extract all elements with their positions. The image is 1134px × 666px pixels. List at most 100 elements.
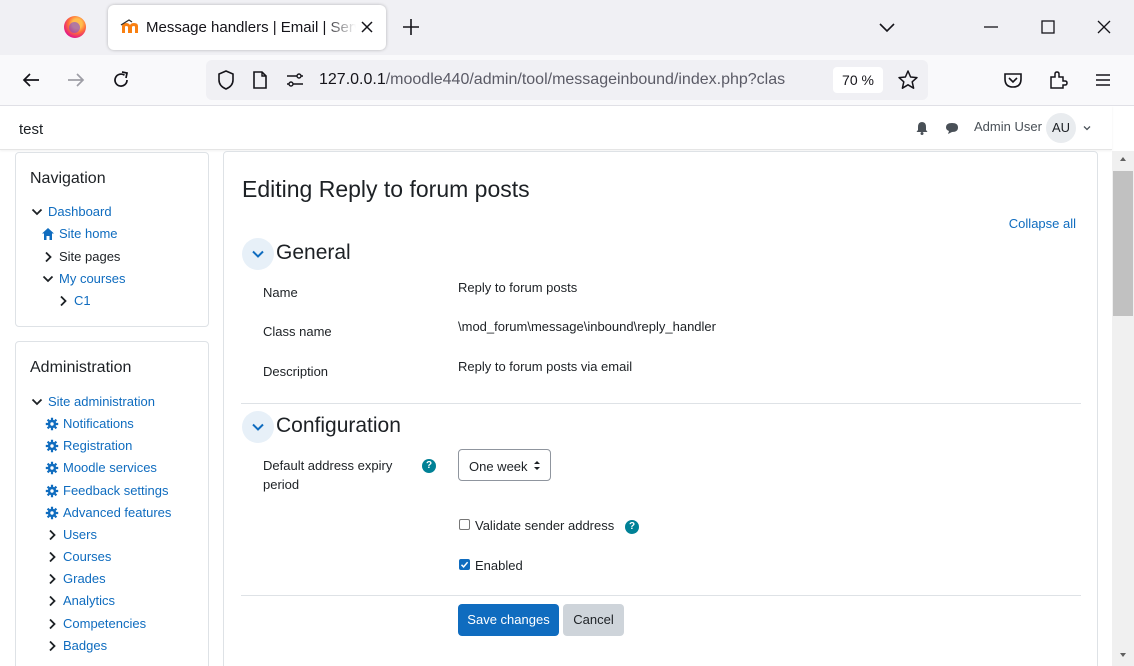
url-bar[interactable]: 127.0.0.1/moodle440/admin/tool/messagein… <box>206 60 928 100</box>
chevron-right-icon <box>60 295 67 306</box>
admin-item-notifications[interactable]: Notifications <box>45 416 134 431</box>
expiry-period-select[interactable]: One week <box>458 449 551 481</box>
administration-title: Administration <box>30 359 132 376</box>
name-label: Name <box>263 285 298 300</box>
chevron-right-icon <box>49 618 56 629</box>
moodle-page: test Admin User AU Navigation Dashboard … <box>0 106 1134 666</box>
nav-item-site-home[interactable]: Site home <box>41 226 118 241</box>
chevron-right-icon <box>49 640 56 651</box>
admin-item-registration[interactable]: Registration <box>45 438 132 453</box>
chevron-down-icon <box>31 208 43 215</box>
description-value: Reply to forum posts via email <box>458 359 633 374</box>
gear-icon <box>45 439 59 452</box>
general-section-title[interactable]: General <box>276 241 351 265</box>
validate-sender-label[interactable]: Validate sender address <box>475 518 614 533</box>
description-label: Description <box>263 364 329 379</box>
maximize-icon[interactable] <box>1037 16 1059 38</box>
gear-icon <box>45 417 59 430</box>
enabled-checkbox[interactable] <box>459 559 470 570</box>
minimize-icon[interactable] <box>980 16 1002 38</box>
avatar[interactable]: AU <box>1046 113 1076 143</box>
back-icon[interactable] <box>20 69 42 91</box>
messages-chat-icon[interactable] <box>945 121 959 135</box>
nav-item-c1[interactable]: C1 <box>56 293 91 308</box>
admin-item-site-administration[interactable]: Site administration <box>30 394 155 409</box>
url-text[interactable]: 127.0.0.1/moodle440/admin/tool/messagein… <box>319 71 829 89</box>
gear-icon <box>45 506 59 519</box>
gear-icon <box>45 484 59 497</box>
new-tab-icon[interactable] <box>400 16 422 38</box>
browser-tab[interactable]: Message handlers | Email | Serv <box>108 5 386 50</box>
scroll-down-icon[interactable] <box>1119 651 1127 659</box>
close-window-icon[interactable] <box>1093 16 1115 38</box>
cancel-button[interactable]: Cancel <box>563 604 624 636</box>
tab-list-chevron-icon[interactable] <box>876 16 898 38</box>
class-name-value: \mod_forum\message\inbound\reply_handler <box>458 319 716 334</box>
nav-item-my-courses[interactable]: My courses <box>41 271 125 286</box>
notifications-bell-icon[interactable] <box>915 121 929 135</box>
general-section-toggle[interactable] <box>242 238 274 270</box>
browser-nav-bar: 127.0.0.1/moodle440/admin/tool/messagein… <box>0 55 1134 106</box>
chevron-down-icon <box>42 275 54 282</box>
expiry-period-label: Default address expiry period <box>263 458 393 492</box>
admin-item-badges[interactable]: Badges <box>45 638 107 653</box>
shield-icon[interactable] <box>216 69 236 91</box>
collapse-all-link[interactable]: Collapse all <box>1009 216 1076 231</box>
chevron-right-icon <box>49 529 56 540</box>
admin-item-grades[interactable]: Grades <box>45 571 106 586</box>
chevron-right-icon <box>45 251 52 262</box>
pocket-icon[interactable] <box>1002 69 1024 91</box>
admin-item-moodle-services[interactable]: Moodle services <box>45 460 157 475</box>
bookmark-star-icon[interactable] <box>897 69 919 91</box>
chevron-down-icon[interactable] <box>1082 123 1092 133</box>
home-icon <box>42 227 54 240</box>
scrollbar-thumb[interactable] <box>1113 171 1133 316</box>
chevron-right-icon <box>49 551 56 562</box>
section-divider <box>241 403 1081 404</box>
admin-item-feedback-settings[interactable]: Feedback settings <box>45 483 169 498</box>
admin-item-users[interactable]: Users <box>45 527 97 542</box>
name-value: Reply to forum posts <box>458 280 578 295</box>
save-changes-button[interactable]: Save changes <box>458 604 559 636</box>
configuration-section-title[interactable]: Configuration <box>276 414 401 438</box>
user-name[interactable]: Admin User <box>974 119 1042 134</box>
scroll-up-icon[interactable] <box>1119 155 1127 163</box>
forward-icon[interactable] <box>65 69 87 91</box>
validate-sender-checkbox[interactable] <box>459 519 470 530</box>
validate-help-icon[interactable]: ? <box>625 520 639 534</box>
browser-tab-bar: Message handlers | Email | Serv <box>0 0 1134 55</box>
expiry-help-icon[interactable]: ? <box>422 459 436 473</box>
configuration-section-toggle[interactable] <box>242 411 274 443</box>
zoom-level-badge[interactable]: 70 % <box>833 67 883 93</box>
menu-icon[interactable] <box>1092 69 1114 91</box>
reload-icon[interactable] <box>110 69 132 91</box>
admin-item-courses[interactable]: Courses <box>45 549 111 564</box>
navigation-title: Navigation <box>30 170 106 187</box>
page-scrollbar[interactable] <box>1112 151 1134 666</box>
admin-item-competencies[interactable]: Competencies <box>45 616 146 631</box>
checkmark-icon <box>460 561 469 569</box>
page-info-icon[interactable] <box>252 70 268 90</box>
chevron-down-icon <box>31 398 43 405</box>
extensions-icon[interactable] <box>1047 69 1069 91</box>
site-name[interactable]: test <box>19 121 43 138</box>
url-host: 127.0.0.1 <box>319 71 386 88</box>
moodle-header: test Admin User AU <box>0 106 1112 150</box>
permissions-icon[interactable] <box>285 71 305 89</box>
firefox-icon[interactable] <box>64 16 86 38</box>
page-title: Editing Reply to forum posts <box>242 176 530 202</box>
admin-item-advanced-features[interactable]: Advanced features <box>45 505 171 520</box>
chevron-right-icon <box>49 595 56 606</box>
admin-item-analytics[interactable]: Analytics <box>45 593 115 608</box>
main-content: Editing Reply to forum posts Collapse al… <box>223 151 1098 666</box>
nav-item-site-pages[interactable]: Site pages <box>41 249 120 264</box>
close-tab-icon[interactable] <box>358 18 376 36</box>
enabled-label[interactable]: Enabled <box>475 558 523 573</box>
section-divider <box>241 595 1081 596</box>
navigation-block: Navigation Dashboard Site home Site page… <box>15 152 209 327</box>
tab-title: Message handlers | Email | Serv <box>146 19 356 36</box>
nav-item-dashboard[interactable]: Dashboard <box>30 204 112 219</box>
chevron-down-icon <box>252 250 264 258</box>
chevron-down-icon <box>252 423 264 431</box>
url-path: /moodle440/admin/tool/messageinbound/ind… <box>385 71 786 88</box>
